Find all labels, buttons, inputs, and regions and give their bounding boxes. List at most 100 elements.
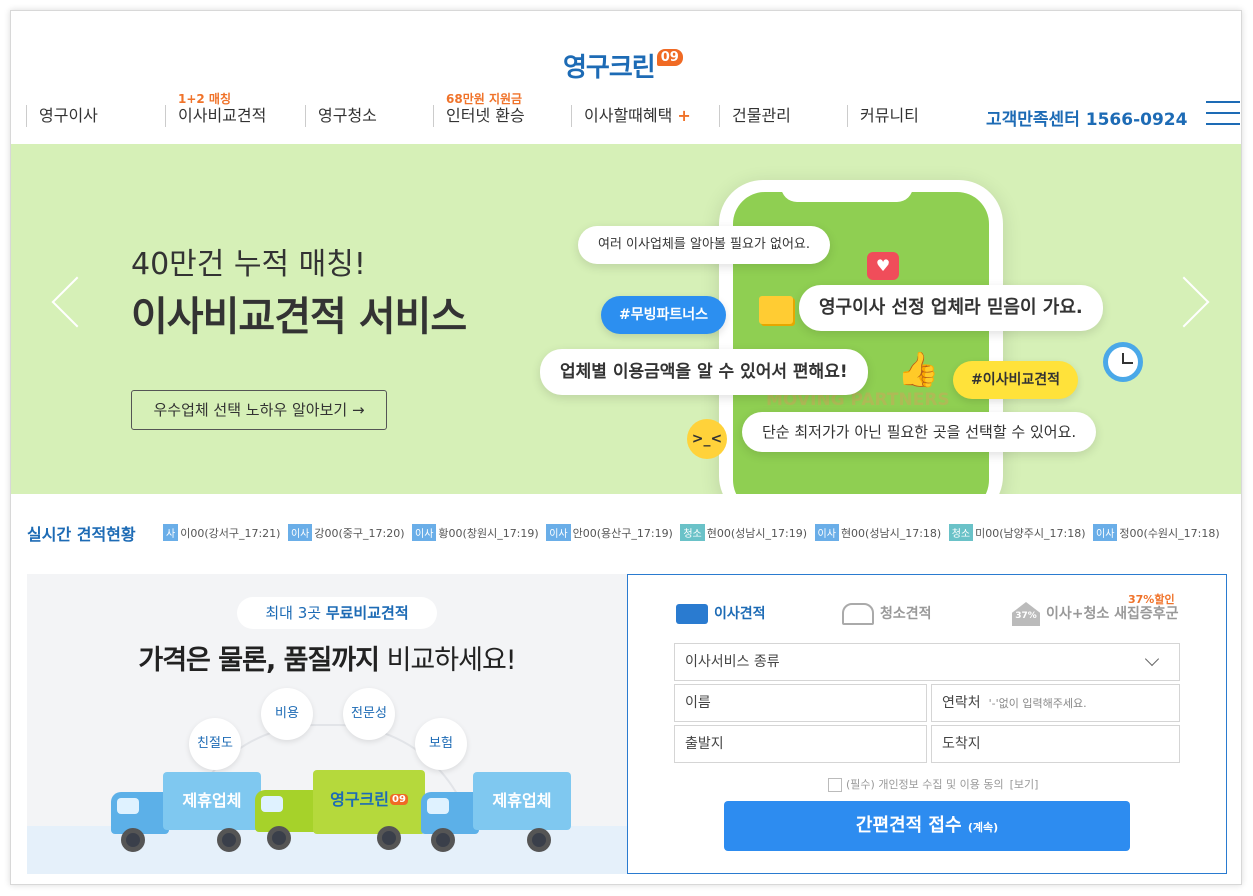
clock-icon bbox=[1103, 342, 1143, 382]
partner-truck: 제휴업체 bbox=[111, 772, 261, 854]
agree-checkbox[interactable] bbox=[828, 778, 842, 792]
ticker-tag: 이사 bbox=[814, 524, 839, 541]
phone-notch bbox=[781, 180, 913, 202]
prev-slide-icon[interactable] bbox=[51, 276, 103, 328]
field-placeholder: '-'없이 입력해주세요. bbox=[988, 697, 1087, 710]
ticker-item: 이사 안00(용산구_17:19) bbox=[546, 524, 673, 541]
folder-icon bbox=[759, 296, 793, 324]
nav-badge: 68만원 지원금 bbox=[446, 92, 523, 106]
ticker-item: 청소 현00(성남시_17:19) bbox=[680, 524, 807, 541]
departure-input[interactable]: 출발지 bbox=[674, 725, 927, 763]
wheel-icon bbox=[377, 826, 401, 850]
nav-label: 영구이사 bbox=[39, 106, 98, 125]
ticker-item: 청소 미00(남양주시_17:18) bbox=[948, 524, 1086, 541]
nav-label: 건물관리 bbox=[732, 106, 791, 125]
nav-item-benefits[interactable]: 이사할때혜택 + bbox=[571, 105, 691, 127]
ticker-tag: 이사 bbox=[412, 524, 437, 541]
tab-moving-quote[interactable]: 이사견적 bbox=[676, 599, 766, 629]
ticker-tag: 이사 bbox=[1093, 524, 1118, 541]
brand-truck: 영구크린 09 bbox=[255, 770, 425, 852]
tab-moving-cleaning-quote[interactable]: 37%할인 37% 이사+청소 새집증후군 bbox=[1012, 593, 1179, 629]
destination-input[interactable]: 도착지 bbox=[931, 725, 1180, 763]
ticker-tag: 이사 bbox=[546, 524, 571, 541]
agree-view-link[interactable]: [보기] bbox=[1010, 778, 1039, 791]
ticker-tag: 청소 bbox=[948, 524, 974, 541]
privacy-agree: (필수) 개인정보 수집 및 이용 동의 [보기] bbox=[828, 776, 1038, 792]
phone-input[interactable]: 연락처 '-'없이 입력해주세요. bbox=[931, 684, 1180, 722]
truck-brand-text: 영구크린 bbox=[330, 790, 389, 809]
nav-item-community[interactable]: 커뮤니티 bbox=[847, 105, 919, 127]
ticker-tag: 청소 bbox=[680, 524, 705, 541]
quote-form: 이사견적 청소견적 37%할인 37% 이사+청소 새집증후군 이사서비스 종류 … bbox=[627, 574, 1227, 874]
promo-pill: 최대 3곳 무료비교견적 bbox=[237, 597, 437, 629]
hero-title: 이사비교견적 서비스 bbox=[131, 294, 467, 340]
review-bubble: 단순 최저가가 아닌 필요한 곳을 선택할 수 있어요. bbox=[742, 412, 1097, 452]
wheel-icon bbox=[217, 828, 241, 852]
criteria-circle: 보험 bbox=[415, 718, 467, 770]
submit-quote-button[interactable]: 간편견적 접수 (계속) bbox=[724, 801, 1130, 851]
ticker-item: 사 이00(강서구_17:21) bbox=[163, 524, 280, 541]
field-placeholder: 도착지 bbox=[942, 736, 981, 752]
nav-item-compare-quote[interactable]: 1+2 매칭 이사비교견적 bbox=[165, 92, 266, 127]
hashtag-compare-quote: #이사비교견적 bbox=[953, 361, 1079, 399]
tab-cleaning-quote[interactable]: 청소견적 bbox=[842, 599, 932, 629]
service-type-select[interactable]: 이사서비스 종류 bbox=[674, 643, 1180, 681]
field-placeholder: 이름 bbox=[685, 695, 711, 711]
house-icon: 37% bbox=[1012, 602, 1040, 626]
ticker-tag: 이사 bbox=[287, 524, 313, 541]
thumbs-up-icon: 👍 bbox=[897, 350, 940, 390]
pill-prefix: 최대 3곳 bbox=[265, 604, 326, 622]
review-bubble: 영구이사 선정 업체라 믿음이 가요. bbox=[799, 285, 1103, 331]
field-placeholder: 출발지 bbox=[685, 736, 724, 752]
nav-label: 커뮤니티 bbox=[860, 106, 919, 125]
wheel-icon bbox=[121, 828, 145, 852]
review-bubble: 업체별 이용금액을 알 수 있어서 편해요! bbox=[540, 349, 868, 395]
truck-label: 제휴업체 bbox=[163, 772, 261, 830]
next-slide-icon[interactable] bbox=[1158, 276, 1210, 328]
hero-cta-button[interactable]: 우수업체 선택 노하우 알아보기 → bbox=[131, 390, 387, 430]
nav-item-cleaning[interactable]: 영구청소 bbox=[305, 105, 377, 127]
truck-label: 영구크린 09 bbox=[313, 770, 425, 834]
ticker-text: 안00(용산구_17:19) bbox=[572, 527, 673, 540]
ticker-item: 이사 현00(성남시_17:18) bbox=[814, 524, 942, 541]
nav-label: 이사할때혜택 bbox=[584, 106, 673, 125]
discount-badge: 37%할인 bbox=[1128, 593, 1175, 606]
compare-promo: 최대 3곳 무료비교견적 가격은 물론, 품질까지 비교하세요! 친절도 비용 … bbox=[27, 574, 627, 874]
hamburger-menu-icon[interactable] bbox=[1206, 101, 1240, 131]
name-input[interactable]: 이름 bbox=[674, 684, 927, 722]
ticker-tag: 사 bbox=[163, 524, 179, 541]
site-logo[interactable]: 영구크린 09 bbox=[563, 41, 683, 89]
smile-face-icon: >_< bbox=[687, 419, 727, 459]
promo-title-bold: 가격은 물론, 품질까지 bbox=[138, 645, 380, 676]
nav-item-moving[interactable]: 영구이사 bbox=[26, 105, 98, 127]
submit-sub-label: (계속) bbox=[967, 821, 999, 834]
wheel-icon bbox=[267, 826, 291, 850]
ticker-item: 이사 정00(수원시_17:18) bbox=[1093, 524, 1220, 541]
truck-cab bbox=[111, 792, 169, 834]
nav-item-building[interactable]: 건물관리 bbox=[719, 105, 791, 127]
nav-item-internet[interactable]: 68만원 지원금 인터넷 환승 bbox=[433, 92, 525, 127]
ticker-text: 정00(수원시_17:18) bbox=[1119, 527, 1220, 540]
nav-badge: 1+2 매칭 bbox=[178, 92, 232, 106]
submit-label: 간편견적 접수 bbox=[855, 815, 962, 836]
nav-label: 영구청소 bbox=[318, 106, 377, 125]
truck-brand-badge: 09 bbox=[389, 794, 408, 805]
ticker-text: 황00(창원시_17:19) bbox=[438, 527, 539, 540]
field-label: 연락처 bbox=[942, 695, 981, 711]
hashtag-moving-partners: #무빙파트너스 bbox=[601, 296, 727, 334]
customer-center[interactable]: 고객만족센터 1566-0924 bbox=[986, 105, 1187, 130]
wheel-icon bbox=[431, 828, 455, 852]
pill-bold: 무료비교견적 bbox=[325, 604, 409, 622]
chevron-down-icon bbox=[1144, 651, 1160, 667]
logo-text: 영구크린 bbox=[563, 52, 656, 83]
criteria-circle: 비용 bbox=[261, 688, 313, 740]
ticker-text: 미00(남양주시_17:18) bbox=[975, 527, 1086, 540]
review-bubble: 여러 이사업체를 알아볼 필요가 없어요. bbox=[578, 226, 831, 264]
promo-title: 가격은 물론, 품질까지 비교하세요! bbox=[27, 638, 627, 677]
tab-label: 청소견적 bbox=[880, 606, 932, 622]
realtime-quotes: 실시간 견적현황 사 이00(강서구_17:21) 이사 강00(중구_17:20)… bbox=[11, 494, 1241, 574]
ticker-text: 현00(성남시_17:18) bbox=[840, 527, 942, 540]
realtime-ticker: 사 이00(강서구_17:21) 이사 강00(중구_17:20) 이사 황00(창원… bbox=[163, 524, 1223, 544]
heart-icon: ♥ bbox=[867, 252, 899, 280]
hero-banner: 40만건 누적 매칭! 이사비교견적 서비스 우수업체 선택 노하우 알아보기 … bbox=[11, 144, 1241, 494]
